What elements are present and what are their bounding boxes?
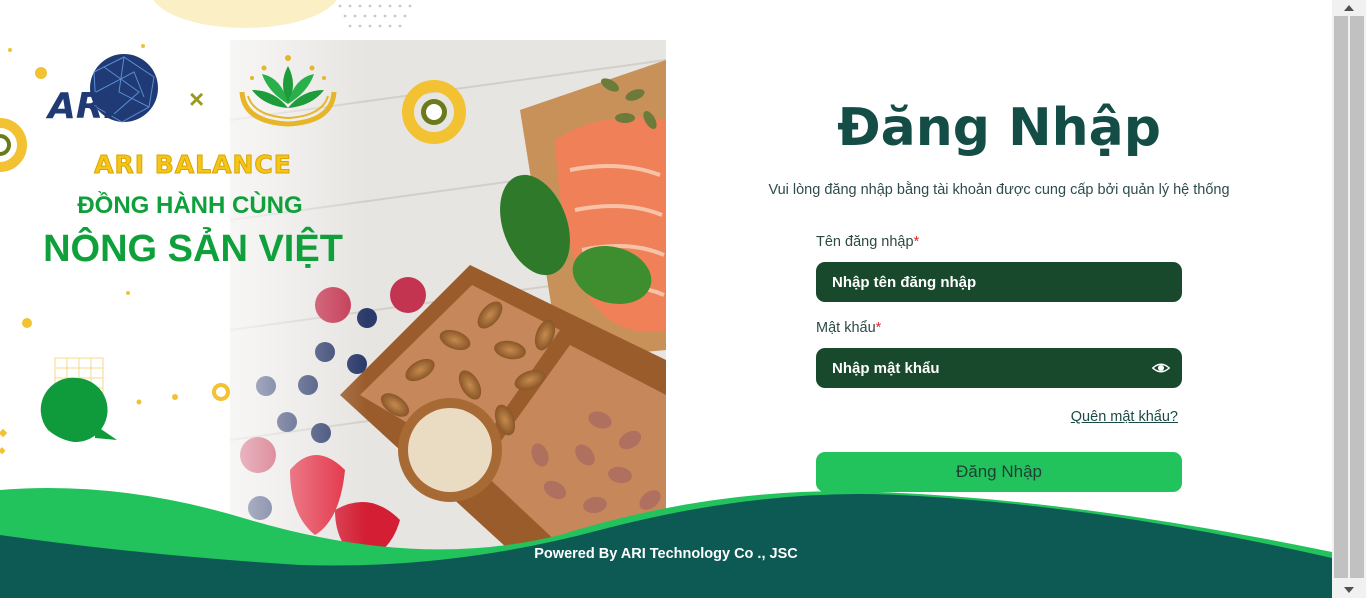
tagline-vietnam-produce: NÔNG SẢN VIỆT [43,228,343,270]
login-panel: Đăng Nhập Vui lòng đăng nhập bằng tài kh… [666,0,1332,598]
username-label-text: Tên đăng nhập [816,234,914,250]
password-field [816,348,1182,388]
lotus-partner-logo [239,55,337,127]
eye-icon[interactable] [1152,359,1170,377]
username-input[interactable] [816,262,1158,302]
username-field [816,262,1182,302]
svg-text:ARI: ARI [45,86,117,127]
password-input[interactable] [816,348,1158,388]
username-label: Tên đăng nhập* [816,234,919,250]
login-page: ARI × ARI BALANCE ĐỒNG HÀNH CÙNG NÔNG SẢ… [0,0,1332,598]
password-label: Mật khẩu* [816,320,881,336]
login-button[interactable]: Đăng Nhập [816,452,1182,492]
scroll-thumb[interactable] [1334,16,1348,578]
password-label-text: Mật khẩu [816,320,876,336]
collab-x-mark: × [189,84,205,114]
login-subtitle: Vui lòng đăng nhập bằng tài khoản được c… [768,182,1230,198]
tagline-companion: ĐỒNG HÀNH CÙNG [77,192,303,219]
login-title: Đăng Nhập [837,98,1161,158]
scroll-thumb[interactable] [1350,16,1364,578]
scroll-down-icon[interactable] [1334,582,1364,598]
forgot-password-link[interactable]: Quên mật khẩu? [1066,409,1178,425]
required-mark: * [913,234,920,250]
scroll-up-icon[interactable] [1334,0,1364,16]
required-mark: * [875,320,882,336]
ari-logo: ARI [45,54,158,127]
tagline-ari-balance: ARI BALANCE [94,150,292,180]
